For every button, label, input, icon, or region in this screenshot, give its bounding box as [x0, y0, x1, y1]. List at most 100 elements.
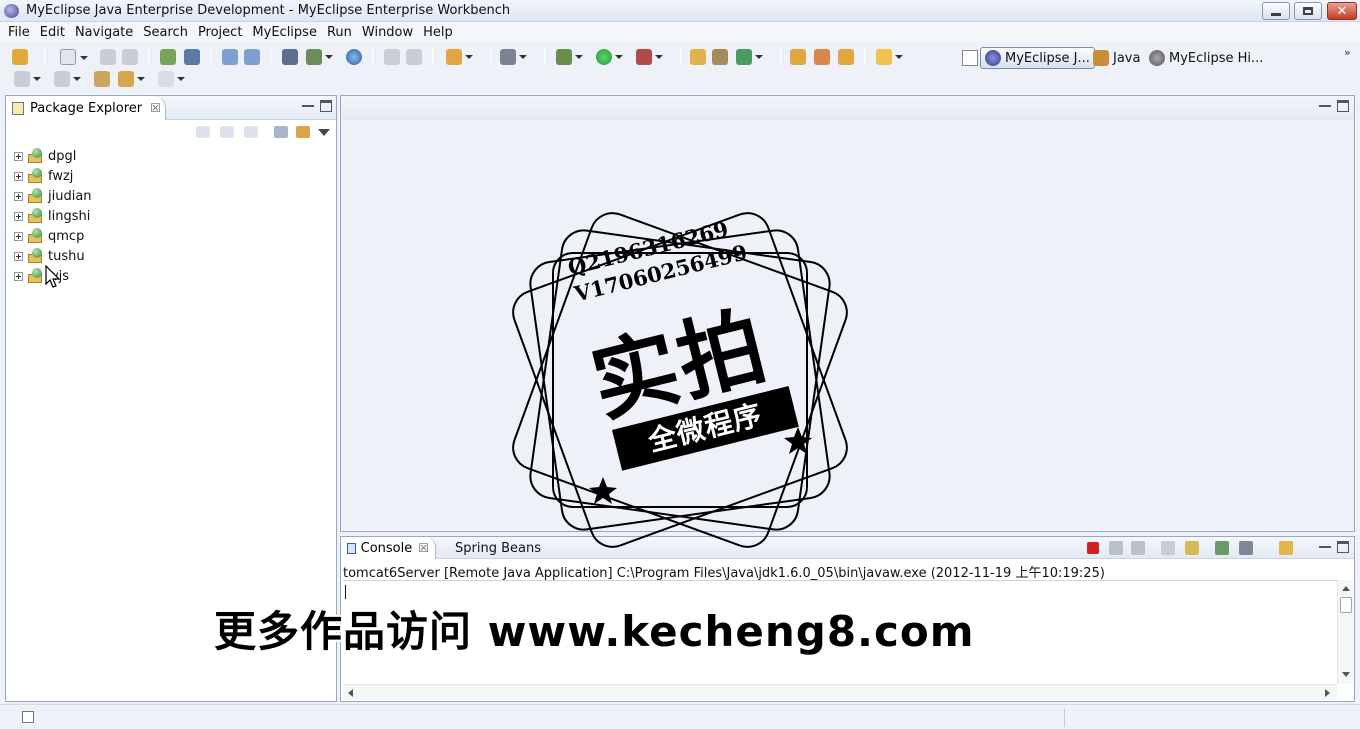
remove-all-terminated-icon[interactable] — [1131, 541, 1145, 555]
forward-icon[interactable] — [220, 126, 234, 138]
close-tab-icon[interactable]: ☒ — [150, 101, 161, 115]
browser-globe-icon[interactable] — [346, 49, 362, 65]
expand-icon[interactable] — [14, 151, 23, 161]
toolbar-separator — [432, 48, 433, 66]
clear-console-icon[interactable] — [1161, 541, 1175, 555]
open-console-icon[interactable] — [1279, 541, 1293, 555]
minimize-view-icon[interactable] — [302, 100, 314, 107]
view-menu-icon[interactable] — [318, 129, 330, 136]
tree-item-project[interactable]: tushu — [14, 246, 92, 266]
collapse-all-icon[interactable] — [274, 126, 288, 138]
run-icon[interactable] — [596, 49, 623, 65]
perspective-myeclipse-hibernate[interactable]: MyEclipse Hi... — [1144, 47, 1268, 69]
project-name: qmcp — [48, 228, 85, 244]
search-flashlight-icon[interactable] — [814, 49, 830, 65]
menu-file[interactable]: File — [4, 25, 34, 40]
scroll-left-icon[interactable] — [348, 689, 353, 697]
last-edit-location-icon[interactable] — [94, 71, 110, 87]
vertical-scrollbar[interactable] — [1337, 580, 1353, 684]
scroll-up-icon[interactable] — [1342, 586, 1350, 591]
link-with-editor-icon[interactable] — [296, 126, 310, 138]
import-icon[interactable] — [384, 49, 400, 65]
debug-bug-icon[interactable] — [160, 49, 176, 65]
new-file-icon[interactable] — [60, 49, 88, 65]
scroll-down-icon[interactable] — [1342, 672, 1350, 677]
menu-window[interactable]: Window — [358, 25, 417, 40]
scroll-right-icon[interactable] — [1325, 689, 1330, 697]
server-icon[interactable] — [184, 49, 200, 65]
display-selected-console-icon[interactable] — [1239, 541, 1253, 555]
project-name: dpgl — [48, 148, 77, 164]
open-type-icon[interactable] — [500, 49, 527, 65]
menu-run[interactable]: Run — [323, 25, 356, 40]
tab-console[interactable]: Console ☒ — [341, 537, 436, 559]
back-icon[interactable] — [196, 126, 210, 138]
previous-annotation-icon[interactable] — [54, 71, 81, 87]
run-server-icon[interactable] — [306, 49, 333, 65]
perspective-java[interactable]: Java — [1088, 47, 1145, 69]
tab-package-explorer[interactable]: Package Explorer ☒ — [6, 96, 166, 120]
fast-view-icon[interactable] — [22, 711, 34, 723]
maximize-editor-icon[interactable] — [1337, 100, 1349, 112]
menu-myeclipse[interactable]: MyEclipse — [248, 25, 321, 40]
expand-icon[interactable] — [14, 231, 23, 241]
perspective-myeclipse-jee[interactable]: MyEclipse J... — [980, 47, 1095, 69]
open-perspective-icon[interactable] — [12, 49, 28, 65]
close-tab-icon[interactable]: ☒ — [418, 541, 429, 555]
expand-icon[interactable] — [14, 211, 23, 221]
console-process-description: tomcat6Server [Remote Java Application] … — [343, 566, 1105, 581]
maximize-console-icon[interactable] — [1337, 541, 1349, 553]
perspective-label: Java — [1113, 50, 1141, 66]
save-icon[interactable] — [100, 49, 116, 65]
folder-dropdown-icon[interactable] — [876, 49, 903, 65]
scroll-thumb[interactable] — [1340, 597, 1352, 613]
new-project-icon[interactable] — [222, 49, 238, 65]
menu-search[interactable]: Search — [139, 25, 192, 40]
terminate-icon[interactable] — [1087, 542, 1099, 554]
status-separator — [1064, 709, 1065, 727]
expand-icon[interactable] — [14, 271, 23, 281]
remove-launch-icon[interactable] — [1109, 541, 1123, 555]
new-package-icon[interactable] — [712, 49, 728, 65]
expand-icon[interactable] — [14, 171, 23, 181]
export-icon[interactable] — [406, 49, 422, 65]
tree-item-project[interactable]: fwzj — [14, 166, 92, 186]
open-perspective-icon[interactable] — [962, 50, 978, 66]
expand-icon[interactable] — [14, 191, 23, 201]
pin-console-icon[interactable] — [1215, 541, 1229, 555]
new-wizard-icon[interactable] — [446, 49, 473, 65]
web-project-icon — [26, 228, 44, 244]
menu-project[interactable]: Project — [194, 25, 246, 40]
tree-item-project[interactable]: jiudian — [14, 186, 92, 206]
new-web-project-icon[interactable] — [244, 49, 260, 65]
open-folder-icon[interactable] — [790, 49, 806, 65]
tree-item-project[interactable]: lingshi — [14, 206, 92, 226]
back-arrow-icon[interactable] — [118, 71, 145, 87]
maximize-view-icon[interactable] — [320, 100, 332, 112]
deploy-icon[interactable] — [282, 49, 298, 65]
minimize-editor-icon[interactable] — [1319, 100, 1331, 107]
menu-help[interactable]: Help — [419, 25, 457, 40]
scroll-lock-icon[interactable] — [1185, 541, 1199, 555]
expand-icon[interactable] — [14, 251, 23, 261]
menu-navigate[interactable]: Navigate — [71, 25, 137, 40]
open-task-icon[interactable] — [838, 49, 854, 65]
tree-item-project[interactable]: qmcp — [14, 226, 92, 246]
more-perspectives-chevron[interactable]: » — [1344, 46, 1351, 59]
close-window-button[interactable]: ✕ — [1327, 2, 1357, 20]
minimize-button[interactable] — [1262, 2, 1290, 20]
new-class-icon[interactable] — [736, 49, 763, 65]
tree-item-project[interactable]: dpgl — [14, 146, 92, 166]
menu-edit[interactable]: Edit — [36, 25, 69, 40]
print-icon[interactable] — [122, 49, 138, 65]
minimize-console-icon[interactable] — [1319, 541, 1331, 548]
debug-icon[interactable] — [556, 49, 583, 65]
forward-arrow-icon[interactable] — [158, 71, 185, 87]
new-java-project-icon[interactable] — [690, 49, 706, 65]
maximize-button[interactable] — [1294, 2, 1322, 20]
external-tools-icon[interactable] — [636, 49, 663, 65]
toolbar-separator — [270, 48, 271, 66]
next-annotation-icon[interactable] — [14, 71, 41, 87]
up-icon[interactable] — [244, 126, 258, 138]
horizontal-scrollbar[interactable] — [343, 684, 1337, 700]
